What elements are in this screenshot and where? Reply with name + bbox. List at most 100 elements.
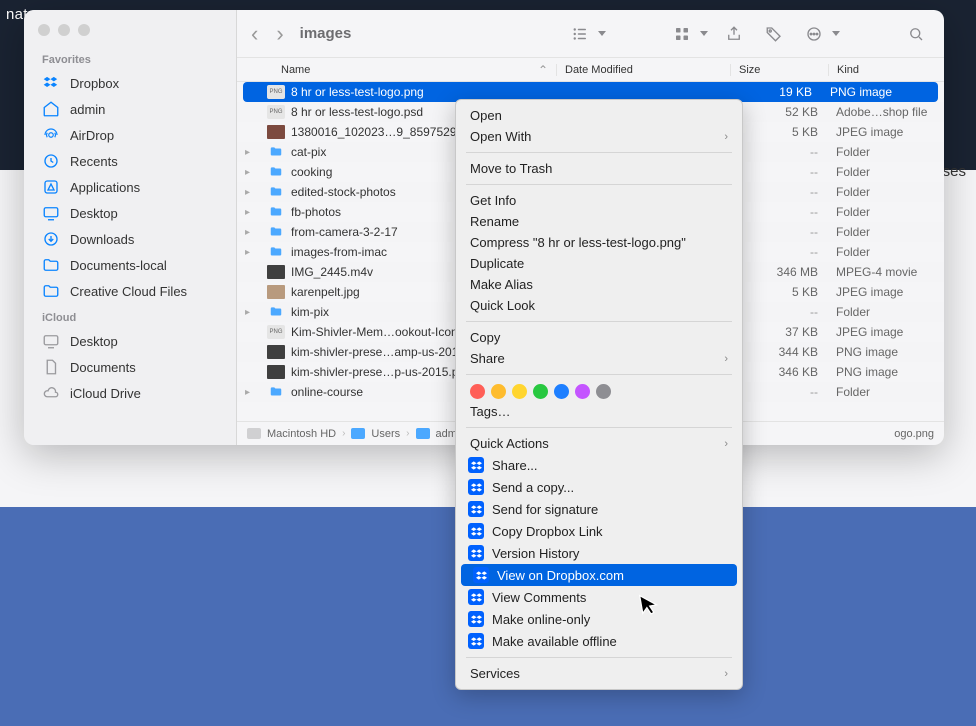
menu-open-with[interactable]: Open With› — [456, 126, 742, 147]
sidebar-label: admin — [70, 102, 105, 117]
view-mode-button[interactable] — [566, 20, 606, 48]
tag-color-button[interactable] — [575, 384, 590, 399]
menu-services[interactable]: Services› — [456, 663, 742, 684]
share-button[interactable] — [720, 20, 748, 48]
file-thumbnail-icon — [267, 345, 285, 359]
menu-dropbox-item[interactable]: Make online-only — [456, 608, 742, 630]
file-thumbnail-icon — [267, 265, 285, 279]
disclosure-triangle-icon[interactable]: ▸ — [245, 147, 257, 158]
chevron-down-icon — [598, 31, 606, 36]
tag-color-button[interactable] — [596, 384, 611, 399]
close-window-button[interactable] — [38, 24, 50, 36]
disclosure-triangle-icon[interactable]: ▸ — [245, 187, 257, 198]
tag-color-button[interactable] — [470, 384, 485, 399]
column-header-size[interactable]: Size — [730, 64, 828, 76]
file-kind: JPEG image — [828, 325, 944, 339]
sidebar-item-downloads[interactable]: Downloads — [24, 226, 236, 252]
column-header-date[interactable]: Date Modified — [556, 64, 730, 76]
menu-open[interactable]: Open — [456, 105, 742, 126]
column-header-kind[interactable]: Kind — [828, 64, 944, 76]
tag-color-button[interactable] — [491, 384, 506, 399]
sidebar-item-recents[interactable]: Recents — [24, 148, 236, 174]
menu-get-info[interactable]: Get Info — [456, 190, 742, 211]
disclosure-triangle-icon[interactable]: ▸ — [245, 167, 257, 178]
column-header-name[interactable]: Name⌃ — [281, 63, 556, 77]
sidebar-label: Documents-local — [70, 258, 167, 273]
menu-tags[interactable]: Tags… — [456, 401, 742, 422]
file-kind: JPEG image — [828, 285, 944, 299]
tags-button[interactable] — [760, 20, 788, 48]
file-size: -- — [730, 305, 828, 319]
downloads-icon — [42, 230, 60, 248]
menu-duplicate[interactable]: Duplicate — [456, 253, 742, 274]
sidebar-item-icloud-documents[interactable]: Documents — [24, 354, 236, 380]
minimize-window-button[interactable] — [58, 24, 70, 36]
sidebar-item-icloud-drive[interactable]: iCloud Drive — [24, 380, 236, 406]
sidebar-section-icloud: iCloud — [24, 304, 236, 328]
menu-make-alias[interactable]: Make Alias — [456, 274, 742, 295]
sidebar-item-dropbox[interactable]: Dropbox — [24, 70, 236, 96]
folder-icon — [42, 256, 60, 274]
file-size: -- — [730, 225, 828, 239]
scrollbar-track[interactable] — [932, 82, 944, 421]
menu-separator — [466, 657, 732, 658]
menu-dropbox-item[interactable]: Send for signature — [456, 498, 742, 520]
nav-forward-button[interactable]: › — [276, 21, 283, 47]
disclosure-triangle-icon[interactable]: ▸ — [245, 307, 257, 318]
disclosure-triangle-icon[interactable]: ▸ — [245, 227, 257, 238]
file-size: 37 KB — [730, 325, 828, 339]
dropbox-icon — [468, 523, 484, 539]
menu-dropbox-item[interactable]: Version History — [456, 542, 742, 564]
file-thumbnail-icon: PNG — [267, 325, 285, 339]
sidebar-item-airdrop[interactable]: AirDrop — [24, 122, 236, 148]
menu-trash[interactable]: Move to Trash — [456, 158, 742, 179]
menu-rename[interactable]: Rename — [456, 211, 742, 232]
sidebar-item-icloud-desktop[interactable]: Desktop — [24, 328, 236, 354]
sidebar-item-documents-local[interactable]: Documents-local — [24, 252, 236, 278]
sidebar-item-admin[interactable]: admin — [24, 96, 236, 122]
dropbox-icon — [468, 479, 484, 495]
sidebar-item-applications[interactable]: Applications — [24, 174, 236, 200]
menu-share[interactable]: Share› — [456, 348, 742, 369]
clock-icon — [42, 152, 60, 170]
menu-quick-actions[interactable]: Quick Actions› — [456, 433, 742, 454]
file-size: 5 KB — [730, 285, 828, 299]
tag-color-button[interactable] — [533, 384, 548, 399]
zoom-window-button[interactable] — [78, 24, 90, 36]
menu-dropbox-item[interactable]: Share... — [456, 454, 742, 476]
menu-copy[interactable]: Copy — [456, 327, 742, 348]
search-button[interactable] — [902, 20, 930, 48]
file-size: -- — [730, 205, 828, 219]
dropbox-icon — [468, 633, 484, 649]
file-kind: PNG image — [828, 345, 944, 359]
menu-compress[interactable]: Compress "8 hr or less-test-logo.png" — [456, 232, 742, 253]
sidebar-item-creative-cloud[interactable]: Creative Cloud Files — [24, 278, 236, 304]
path-segment-file[interactable]: ogo.png — [894, 428, 934, 440]
sidebar-item-desktop[interactable]: Desktop — [24, 200, 236, 226]
nav-back-button[interactable]: ‹ — [251, 21, 258, 47]
file-size: 346 KB — [730, 365, 828, 379]
menu-dropbox-item[interactable]: Send a copy... — [456, 476, 742, 498]
menu-quick-look[interactable]: Quick Look — [456, 295, 742, 316]
menu-item-label: View on Dropbox.com — [497, 568, 624, 583]
file-kind: Folder — [828, 185, 944, 199]
menu-dropbox-item[interactable]: View Comments — [456, 586, 742, 608]
tag-color-button[interactable] — [554, 384, 569, 399]
sidebar-label: Dropbox — [70, 76, 119, 91]
disclosure-triangle-icon[interactable]: ▸ — [245, 247, 257, 258]
path-segment[interactable]: Users — [371, 428, 400, 440]
file-kind: Folder — [828, 305, 944, 319]
actions-button[interactable] — [800, 20, 840, 48]
sidebar-label: Recents — [70, 154, 118, 169]
disclosure-triangle-icon[interactable]: ▸ — [245, 387, 257, 398]
disclosure-triangle-icon[interactable]: ▸ — [245, 207, 257, 218]
menu-dropbox-item[interactable]: View on Dropbox.com — [461, 564, 737, 586]
path-segment[interactable]: Macintosh HD — [267, 428, 336, 440]
menu-dropbox-item[interactable]: Make available offline — [456, 630, 742, 652]
menu-dropbox-item[interactable]: Copy Dropbox Link — [456, 520, 742, 542]
folder-icon — [267, 145, 285, 159]
file-kind: Folder — [828, 205, 944, 219]
group-button[interactable] — [668, 20, 708, 48]
tag-color-button[interactable] — [512, 384, 527, 399]
dropbox-icon — [468, 545, 484, 561]
